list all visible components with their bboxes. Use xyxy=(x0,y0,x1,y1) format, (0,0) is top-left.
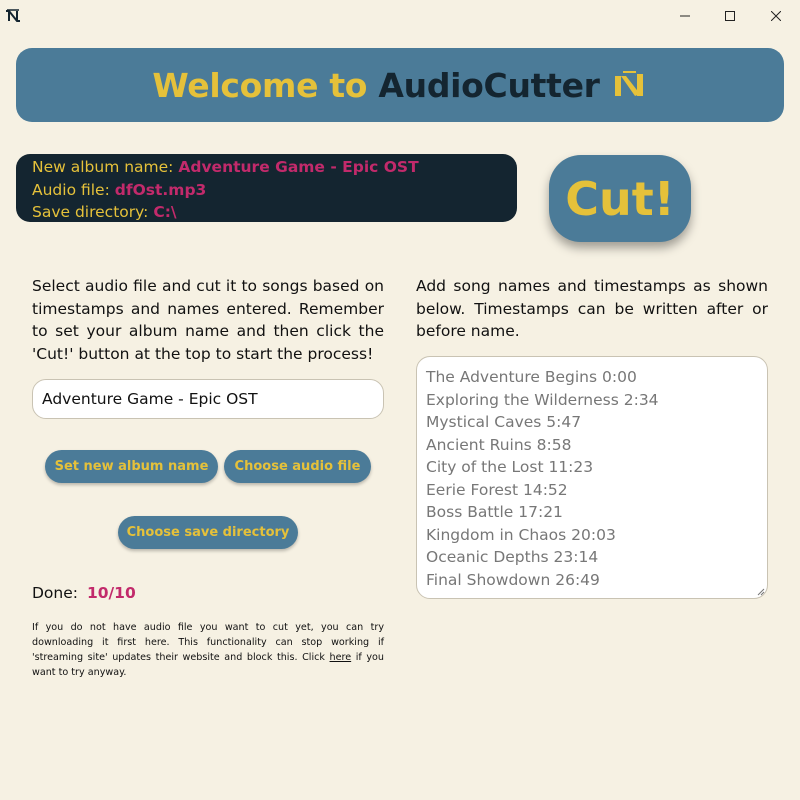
audio-file-row: Audio file: dfOst.mp3 xyxy=(32,179,517,202)
title-app-name: AudioCutter xyxy=(378,65,600,105)
download-link[interactable]: here xyxy=(330,652,352,663)
progress-status: Done: 10/10 xyxy=(32,582,136,604)
header-banner: Welcome to AudioCutter xyxy=(16,48,784,122)
song-line: Oceanic Depths 23:14 xyxy=(426,548,599,566)
maximize-icon xyxy=(725,11,735,21)
song-line: Ancient Ruins 8:58 xyxy=(426,435,572,454)
choose-audio-file-button[interactable]: Choose audio file xyxy=(224,450,371,483)
song-line: Eerie Forest 14:52 xyxy=(426,480,568,499)
page-title: Welcome to AudioCutter xyxy=(152,65,600,105)
audio-file-label: Audio file: xyxy=(32,180,110,199)
song-line: Mystical Caves 5:47 xyxy=(426,413,582,431)
close-icon xyxy=(771,11,781,21)
app-icon xyxy=(6,9,20,22)
song-line: Exploring the Wilderness 2:34 xyxy=(426,390,659,409)
title-bar xyxy=(0,0,800,32)
album-name-value: Adventure Game - Epic OST xyxy=(178,158,419,176)
maximize-button[interactable] xyxy=(707,0,753,32)
choose-save-directory-button[interactable]: Choose save directory xyxy=(118,516,298,549)
resize-grip-icon[interactable] xyxy=(756,587,765,596)
settings-summary-panel: New album name: Adventure Game - Epic OS… xyxy=(16,154,517,222)
song-line: Boss Battle 17:21 xyxy=(426,503,563,521)
minimize-button[interactable] xyxy=(662,0,708,32)
album-name-input[interactable] xyxy=(32,379,384,419)
instructions-text: Select audio file and cut it to songs ba… xyxy=(32,277,384,363)
minimize-icon xyxy=(680,15,690,17)
song-line: The Adventure Begins 0:00 xyxy=(426,368,637,386)
save-directory-value: C:\ xyxy=(153,203,177,221)
close-button[interactable] xyxy=(753,0,799,32)
cut-button[interactable]: Cut! xyxy=(549,155,691,242)
download-note: If you do not have audio file you want t… xyxy=(32,620,384,680)
song-list-textarea[interactable]: The Adventure Begins 0:00 Exploring the … xyxy=(416,356,768,599)
song-line: City of the Lost 11:23 xyxy=(426,458,594,476)
audio-file-value: dfOst.mp3 xyxy=(114,180,207,199)
save-directory-row: Save directory: C:\ xyxy=(32,201,517,224)
song-line: Kingdom in Chaos 20:03 xyxy=(426,525,616,544)
set-album-name-button[interactable]: Set new album name xyxy=(45,450,218,483)
album-name-label: New album name: xyxy=(32,158,174,176)
timestamps-instructions-text: Add song names and timestamps as shown b… xyxy=(416,277,768,340)
progress-value: 10/10 xyxy=(86,584,136,602)
save-directory-label: Save directory: xyxy=(32,203,149,221)
audiocutter-logo-icon xyxy=(614,71,643,96)
progress-label: Done: xyxy=(32,584,79,602)
album-name-row: New album name: Adventure Game - Epic OS… xyxy=(32,156,517,179)
title-welcome: Welcome to xyxy=(152,65,368,105)
song-line: Final Showdown 26:49 xyxy=(426,570,600,589)
